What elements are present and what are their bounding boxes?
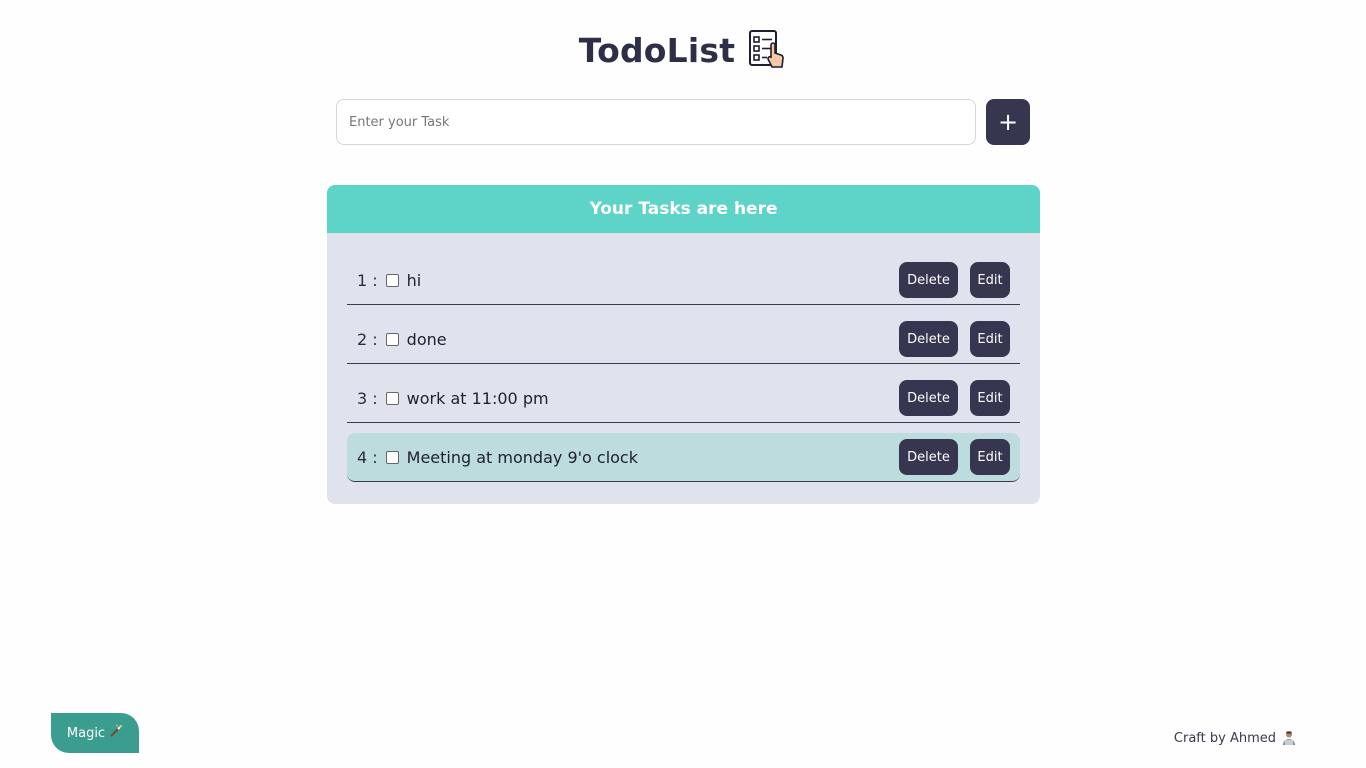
task-number: 2 :	[357, 329, 378, 349]
task-text: hi	[406, 270, 422, 290]
task-checkbox[interactable]	[385, 391, 399, 405]
task-row: 4 : Meeting at monday 9'o clock Delete E…	[347, 433, 1020, 482]
delete-button[interactable]: Delete	[899, 321, 958, 357]
task-list: 1 : hi Delete Edit 2 : done Delete Edit …	[347, 256, 1020, 492]
task-number: 1 :	[357, 270, 378, 290]
person-icon	[1282, 730, 1296, 746]
edit-button[interactable]: Edit	[970, 262, 1010, 298]
magic-wand-icon	[109, 724, 123, 742]
task-text: Meeting at monday 9'o clock	[406, 447, 638, 467]
task-row: 2 : done Delete Edit	[347, 315, 1020, 364]
delete-button[interactable]: Delete	[899, 380, 958, 416]
delete-button[interactable]: Delete	[899, 439, 958, 475]
add-task-button[interactable]: +	[986, 99, 1030, 145]
tasks-panel: Your Tasks are here 1 : hi Delete Edit 2…	[327, 185, 1040, 504]
task-text: done	[406, 329, 447, 349]
panel-heading: Your Tasks are here	[327, 185, 1040, 233]
task-number: 3 :	[357, 388, 378, 408]
task-checkbox[interactable]	[385, 450, 399, 464]
task-row: 3 : work at 11:00 pm Delete Edit	[347, 374, 1020, 423]
task-input[interactable]	[336, 99, 976, 145]
task-number: 4 :	[357, 447, 378, 467]
magic-button[interactable]: Magic	[51, 713, 139, 753]
magic-label: Magic	[66, 725, 106, 741]
app-header: TodoList	[0, 28, 1366, 72]
edit-button[interactable]: Edit	[970, 380, 1010, 416]
task-checkbox[interactable]	[385, 273, 399, 287]
task-text: work at 11:00 pm	[406, 388, 549, 408]
checklist-icon	[747, 28, 787, 72]
task-row: 1 : hi Delete Edit	[347, 256, 1020, 305]
footer-credit: Craft by Ahmed	[1174, 730, 1296, 746]
app-title: TodoList	[578, 30, 736, 70]
credit-text: Craft by Ahmed	[1173, 730, 1276, 746]
edit-button[interactable]: Edit	[970, 439, 1010, 475]
edit-button[interactable]: Edit	[970, 321, 1010, 357]
task-checkbox[interactable]	[385, 332, 399, 346]
delete-button[interactable]: Delete	[899, 262, 958, 298]
